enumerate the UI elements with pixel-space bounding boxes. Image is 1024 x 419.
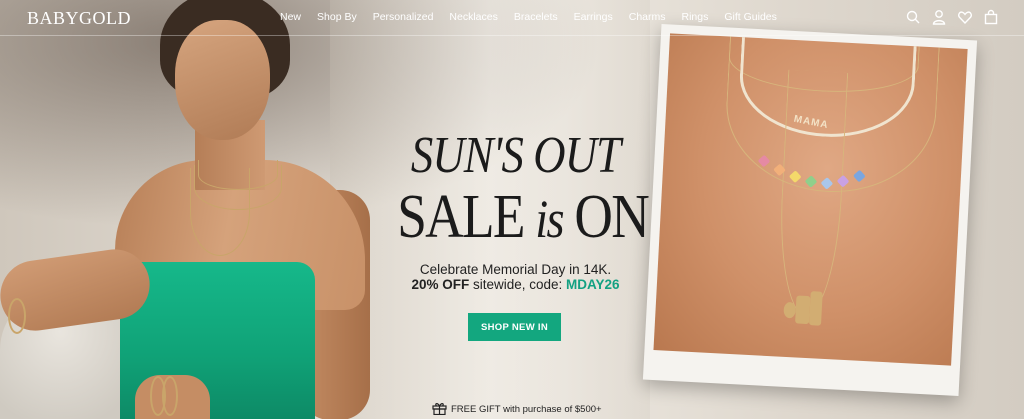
model-bracelet bbox=[8, 298, 26, 334]
hero-polaroid-photo: MAMA bbox=[642, 23, 978, 397]
nav-item-rings[interactable]: Rings bbox=[682, 11, 709, 23]
brand-logo[interactable]: BABYGOLD bbox=[27, 8, 131, 29]
nav-item-shop-by[interactable]: Shop By bbox=[317, 11, 357, 23]
nav-item-bracelets[interactable]: Bracelets bbox=[514, 11, 558, 23]
free-gift-banner: FREE GIFT with purchase of $500+ bbox=[432, 401, 602, 418]
search-icon[interactable] bbox=[906, 9, 920, 25]
hero-headline-line2: SALE is ON bbox=[397, 183, 649, 251]
charm-pendant bbox=[795, 295, 811, 325]
offer-percent: 20% OFF bbox=[411, 277, 470, 292]
free-gift-text: FREE GIFT with purchase of $500+ bbox=[451, 404, 602, 415]
gift-icon bbox=[432, 401, 447, 418]
necklace-closeup-image: MAMA bbox=[653, 33, 968, 366]
hero-model-image bbox=[0, 0, 380, 419]
main-nav: New Shop By Personalized Necklaces Brace… bbox=[280, 11, 793, 23]
header-icons bbox=[906, 9, 998, 25]
cart-bag-icon[interactable] bbox=[984, 9, 998, 25]
hero-headline-line1: SUN'S OUT bbox=[410, 127, 621, 184]
headline-sale: SALE bbox=[397, 183, 536, 251]
site-header: BABYGOLD New Shop By Personalized Neckla… bbox=[0, 0, 1024, 36]
model-bracelet bbox=[162, 376, 178, 416]
offer-text: sitewide, code: bbox=[469, 277, 567, 292]
nav-item-personalized[interactable]: Personalized bbox=[373, 11, 434, 23]
nav-item-new[interactable]: New bbox=[280, 11, 301, 23]
long-chain bbox=[775, 69, 849, 318]
hero-subtitle: Celebrate Memorial Day in 14K. bbox=[419, 262, 612, 277]
shop-new-in-button[interactable]: SHOP NEW IN bbox=[468, 313, 561, 341]
headline-on: ON bbox=[562, 183, 649, 251]
model-necklace-pendant bbox=[190, 168, 250, 256]
nav-item-charms[interactable]: Charms bbox=[629, 11, 666, 23]
account-icon[interactable] bbox=[932, 9, 946, 25]
wishlist-heart-icon[interactable] bbox=[958, 9, 972, 25]
nav-item-necklaces[interactable]: Necklaces bbox=[449, 11, 497, 23]
hero-offer: 20% OFF sitewide, code: MDAY26 bbox=[378, 277, 653, 292]
nav-item-gift-guides[interactable]: Gift Guides bbox=[724, 11, 777, 23]
headline-is: is bbox=[535, 189, 564, 249]
charm-pendant bbox=[783, 301, 797, 319]
charm-pendant bbox=[808, 291, 823, 326]
nav-item-earrings[interactable]: Earrings bbox=[574, 11, 613, 23]
promo-code: MDAY26 bbox=[566, 277, 620, 292]
model-face bbox=[175, 20, 270, 140]
